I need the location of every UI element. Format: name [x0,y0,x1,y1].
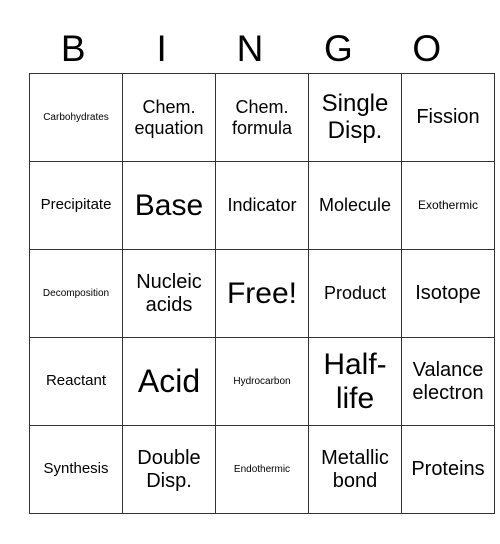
header-letter-i: I [156,28,167,69]
bingo-cell[interactable]: Half-life [308,337,402,426]
bingo-cell[interactable]: Nucleic acids [122,249,216,338]
bingo-cell[interactable]: Product [308,249,402,338]
bingo-cell[interactable]: Acid [122,337,216,426]
bingo-cell[interactable]: Decomposition [29,249,123,338]
bingo-cell[interactable]: Hydrocarbon [215,337,309,426]
free-space-cell[interactable]: Free! [215,249,309,338]
bingo-cell[interactable]: Fission [401,73,495,162]
header-letter-b: B [60,28,86,69]
bingo-cell[interactable]: Endothermic [215,425,309,514]
bingo-cell[interactable]: Molecule [308,161,402,250]
bingo-cell[interactable]: Chem. formula [215,73,309,162]
bingo-cell[interactable]: Valance electron [401,337,495,426]
bingo-row: Carbohydrates Chem. equation Chem. formula… [29,73,495,162]
bingo-cell[interactable]: Single Disp. [308,73,402,162]
header-letter-o: O [412,28,442,69]
bingo-row: Precipitate Base Indicator Molecule Exot… [29,161,495,250]
bingo-card: Carbohydrates Chem. equation Chem. formula… [29,73,495,514]
bingo-cell[interactable]: Metallic bond [308,425,402,514]
header-letter-n: N [236,28,264,69]
bingo-cell[interactable]: Exothermic [401,161,495,250]
bingo-row: Synthesis Double Disp. Endothermic Metall… [29,425,495,514]
bingo-cell[interactable]: Precipitate [29,161,123,250]
bingo-cell[interactable]: Double Disp. [122,425,216,514]
bingo-cell[interactable]: Proteins [401,425,495,514]
bingo-header: B I N G O [29,26,471,72]
bingo-cell[interactable]: Carbohydrates [29,73,123,162]
bingo-row: Reactant Acid Hydrocarbon Half-life Vala… [29,337,495,426]
bingo-row: Decomposition Nucleic acids Free! Product… [29,249,495,338]
bingo-cell[interactable]: Chem. equation [122,73,216,162]
bingo-cell[interactable]: Synthesis [29,425,123,514]
bingo-cell[interactable]: Isotope [401,249,495,338]
bingo-cell[interactable]: Base [122,161,216,250]
bingo-cell[interactable]: Reactant [29,337,123,426]
bingo-cell[interactable]: Indicator [215,161,309,250]
header-letter-g: G [323,28,353,69]
